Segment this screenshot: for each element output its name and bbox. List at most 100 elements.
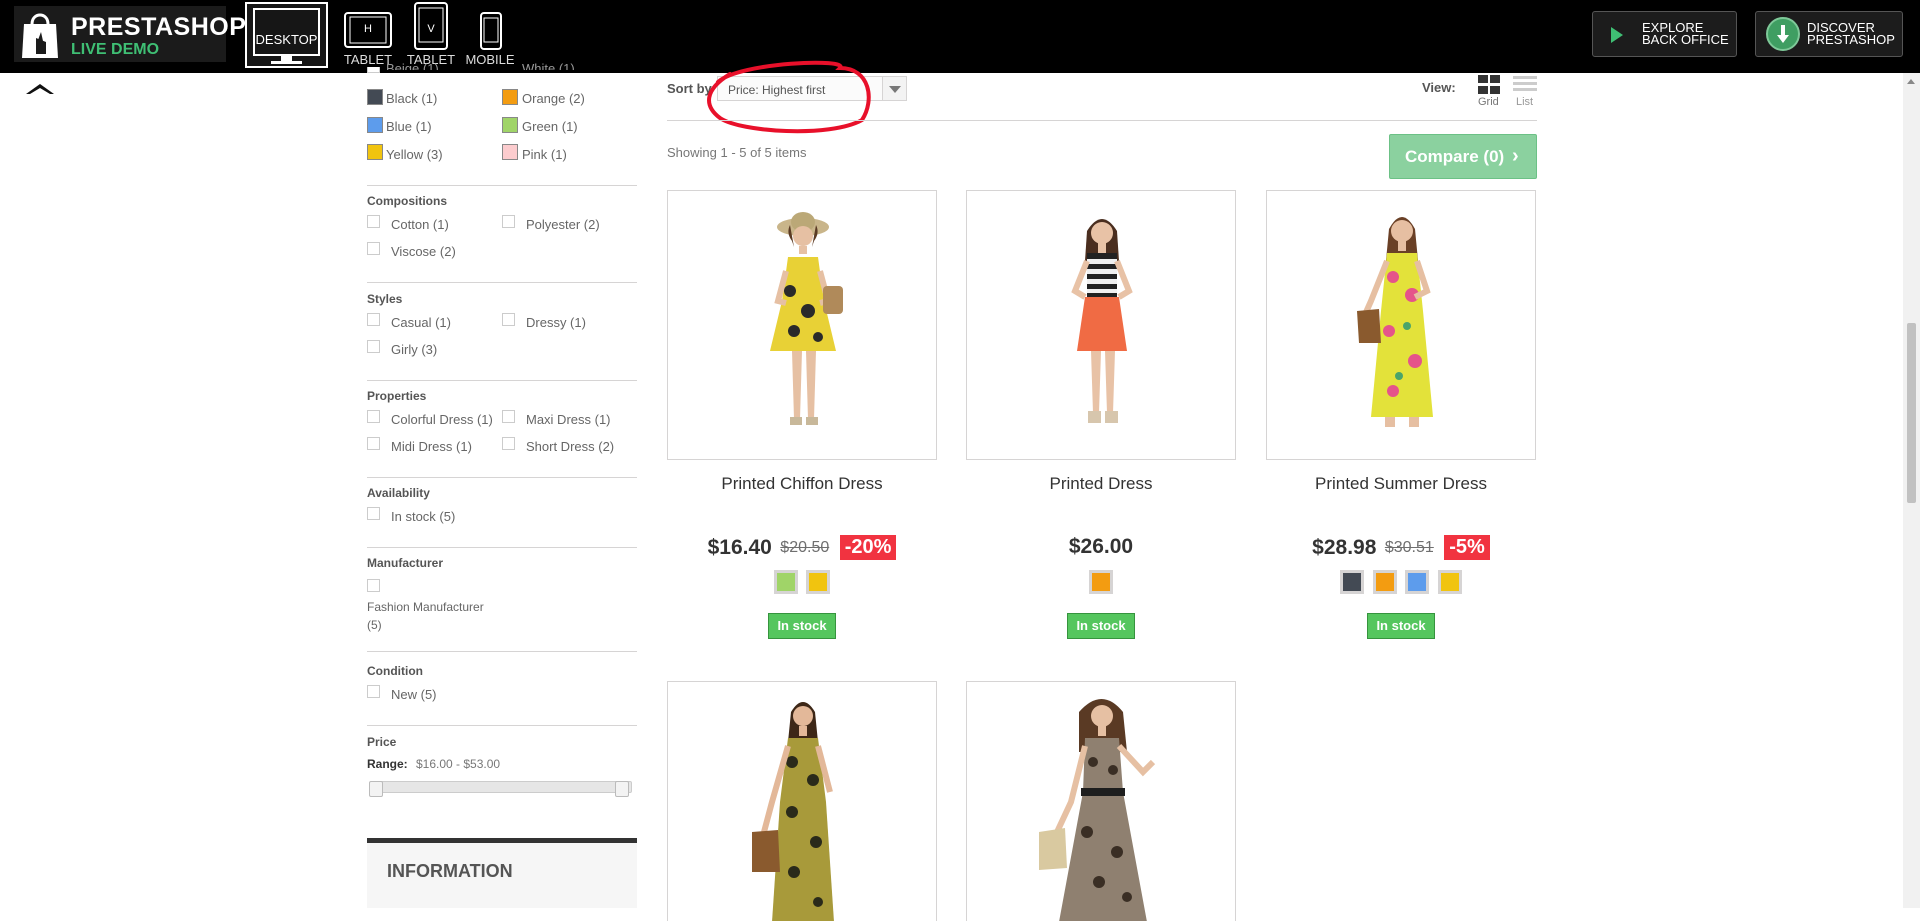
property-colorful-checkbox[interactable] bbox=[367, 410, 380, 423]
explore-back-office-button[interactable]: EXPLORE BACK OFFICE bbox=[1592, 11, 1737, 57]
availability-badge: In stock bbox=[1367, 613, 1435, 639]
collapse-topbar-chevron-up-icon[interactable] bbox=[24, 80, 56, 96]
property-maxi-label[interactable]: Maxi Dress (1) bbox=[526, 412, 611, 427]
color-filter-blue-swatch[interactable] bbox=[367, 117, 383, 133]
availability-title: Availability bbox=[367, 486, 430, 500]
color-filter-beige-label[interactable]: Beige (1) bbox=[386, 61, 439, 70]
availability-badge: In stock bbox=[1067, 613, 1135, 639]
manufacturer-fashion-count[interactable]: (5) bbox=[367, 618, 382, 632]
list-view-label[interactable]: List bbox=[1516, 96, 1533, 108]
style-girly-label[interactable]: Girly (3) bbox=[391, 342, 437, 357]
color-swatch-yellow[interactable] bbox=[806, 570, 831, 594]
color-filter-orange-swatch[interactable] bbox=[502, 89, 518, 105]
color-swatch-blue[interactable] bbox=[1405, 570, 1430, 594]
style-dressy-label[interactable]: Dressy (1) bbox=[526, 315, 586, 330]
property-short-label[interactable]: Short Dress (2) bbox=[526, 439, 614, 454]
property-colorful-label[interactable]: Colorful Dress (1) bbox=[391, 412, 493, 427]
grid-view-icon[interactable] bbox=[1477, 73, 1501, 97]
discover-prestashop-button[interactable]: DISCOVER PRESTASHOP bbox=[1755, 11, 1903, 57]
color-swatch-green[interactable] bbox=[773, 570, 798, 594]
color-filter-yellow-swatch[interactable] bbox=[367, 144, 383, 160]
filter-divider bbox=[367, 725, 637, 726]
color-filter-green-label[interactable]: Green (1) bbox=[522, 119, 578, 134]
product-image[interactable] bbox=[966, 190, 1236, 460]
availability-instock-label[interactable]: In stock (5) bbox=[391, 509, 455, 524]
price-range-slider[interactable] bbox=[370, 781, 632, 793]
color-swatch-orange[interactable] bbox=[1372, 570, 1397, 594]
composition-polyester-label[interactable]: Polyester (2) bbox=[526, 217, 600, 232]
chevron-right-icon: › bbox=[1512, 145, 1519, 167]
composition-cotton-label[interactable]: Cotton (1) bbox=[391, 217, 449, 232]
composition-cotton-checkbox[interactable] bbox=[367, 215, 380, 228]
product-color-list bbox=[1266, 570, 1536, 599]
price-range-label: Range: bbox=[367, 757, 408, 771]
dress-photo-printed-chiffon-2 bbox=[752, 702, 834, 921]
product-name[interactable]: Printed Dress bbox=[966, 474, 1236, 494]
properties-title: Properties bbox=[367, 389, 427, 403]
color-swatch-orange[interactable] bbox=[1089, 570, 1113, 594]
property-midi-checkbox[interactable] bbox=[367, 437, 380, 450]
composition-polyester-checkbox[interactable] bbox=[502, 215, 515, 228]
product-image[interactable] bbox=[667, 681, 937, 921]
color-filter-black-swatch[interactable] bbox=[367, 89, 383, 105]
product-count: Showing 1 - 5 of 5 items bbox=[667, 145, 807, 160]
product-image[interactable] bbox=[1266, 190, 1536, 460]
color-filter-pink-swatch[interactable] bbox=[502, 144, 518, 160]
product-name[interactable]: Printed Chiffon Dress bbox=[667, 474, 937, 494]
filter-divider bbox=[367, 185, 637, 186]
product-old-price: $20.50 bbox=[780, 538, 830, 556]
property-maxi-checkbox[interactable] bbox=[502, 410, 515, 423]
color-filter-white-label[interactable]: White (1) bbox=[522, 61, 575, 70]
availability-instock-checkbox[interactable] bbox=[367, 507, 380, 520]
style-casual-checkbox[interactable] bbox=[367, 313, 380, 326]
property-midi-label[interactable]: Midi Dress (1) bbox=[391, 439, 472, 454]
price-slider-min-handle[interactable] bbox=[369, 781, 383, 797]
style-girly-checkbox[interactable] bbox=[367, 340, 380, 353]
color-swatch-yellow[interactable] bbox=[1437, 570, 1462, 594]
product-image[interactable] bbox=[667, 190, 937, 460]
device-desktop-button[interactable]: DESKTOP bbox=[245, 2, 328, 68]
product-image[interactable] bbox=[966, 681, 1236, 921]
product-name[interactable]: Printed Summer Dress bbox=[1266, 474, 1536, 494]
manufacturer-fashion-label[interactable]: Fashion Manufacturer bbox=[367, 600, 484, 614]
prestashop-logo[interactable]: PRESTASHOP LIVE DEMO bbox=[14, 6, 246, 62]
color-filter-black-label[interactable]: Black (1) bbox=[386, 91, 437, 106]
style-casual-label[interactable]: Casual (1) bbox=[391, 315, 451, 330]
color-filter-beige-swatch[interactable] bbox=[367, 67, 380, 73]
condition-title: Condition bbox=[367, 664, 423, 678]
color-filter-yellow-label[interactable]: Yellow (3) bbox=[386, 147, 443, 162]
composition-viscose-label[interactable]: Viscose (2) bbox=[391, 244, 456, 259]
compare-button[interactable]: Compare (0) › bbox=[1389, 134, 1537, 179]
product-color-list bbox=[966, 570, 1236, 599]
product-old-price: $30.51 bbox=[1384, 538, 1434, 556]
price-slider-max-handle[interactable] bbox=[615, 781, 629, 797]
scroll-up-arrow-icon[interactable] bbox=[1907, 79, 1915, 84]
composition-viscose-checkbox[interactable] bbox=[367, 242, 380, 255]
dress-photo-chiffon bbox=[770, 212, 843, 425]
color-filter-blue-label[interactable]: Blue (1) bbox=[386, 119, 432, 134]
manufacturer-fashion-checkbox[interactable] bbox=[367, 579, 380, 592]
dress-photo-printed-dress-2 bbox=[1039, 699, 1156, 921]
color-swatch-black[interactable] bbox=[1340, 570, 1365, 594]
page-scrollbar[interactable] bbox=[1903, 73, 1920, 908]
condition-new-label[interactable]: New (5) bbox=[391, 687, 437, 702]
color-filter-green-swatch[interactable] bbox=[502, 117, 518, 133]
device-mobile-button[interactable]: MOBILE bbox=[465, 0, 515, 73]
compare-label: Compare (0) bbox=[1405, 147, 1505, 166]
color-filter-pink-label[interactable]: Pink (1) bbox=[522, 147, 567, 162]
list-view-icon[interactable] bbox=[1512, 73, 1538, 97]
availability-badge: In stock bbox=[768, 613, 836, 639]
product-discount-badge: -20% bbox=[839, 535, 897, 560]
condition-new-checkbox[interactable] bbox=[367, 685, 380, 698]
information-title: INFORMATION bbox=[387, 861, 513, 881]
style-dressy-checkbox[interactable] bbox=[502, 313, 515, 326]
product-price-row: $28.98 $30.51 -5% bbox=[1266, 535, 1536, 563]
mobile-phone-icon bbox=[480, 12, 502, 50]
grid-view-label[interactable]: Grid bbox=[1478, 96, 1499, 108]
filter-divider bbox=[367, 282, 637, 283]
color-filter-orange-label[interactable]: Orange (2) bbox=[522, 91, 585, 106]
property-short-checkbox[interactable] bbox=[502, 437, 515, 450]
filter-divider bbox=[367, 477, 637, 478]
manufacturer-title: Manufacturer bbox=[367, 556, 444, 570]
scrollbar-thumb[interactable] bbox=[1907, 323, 1916, 503]
